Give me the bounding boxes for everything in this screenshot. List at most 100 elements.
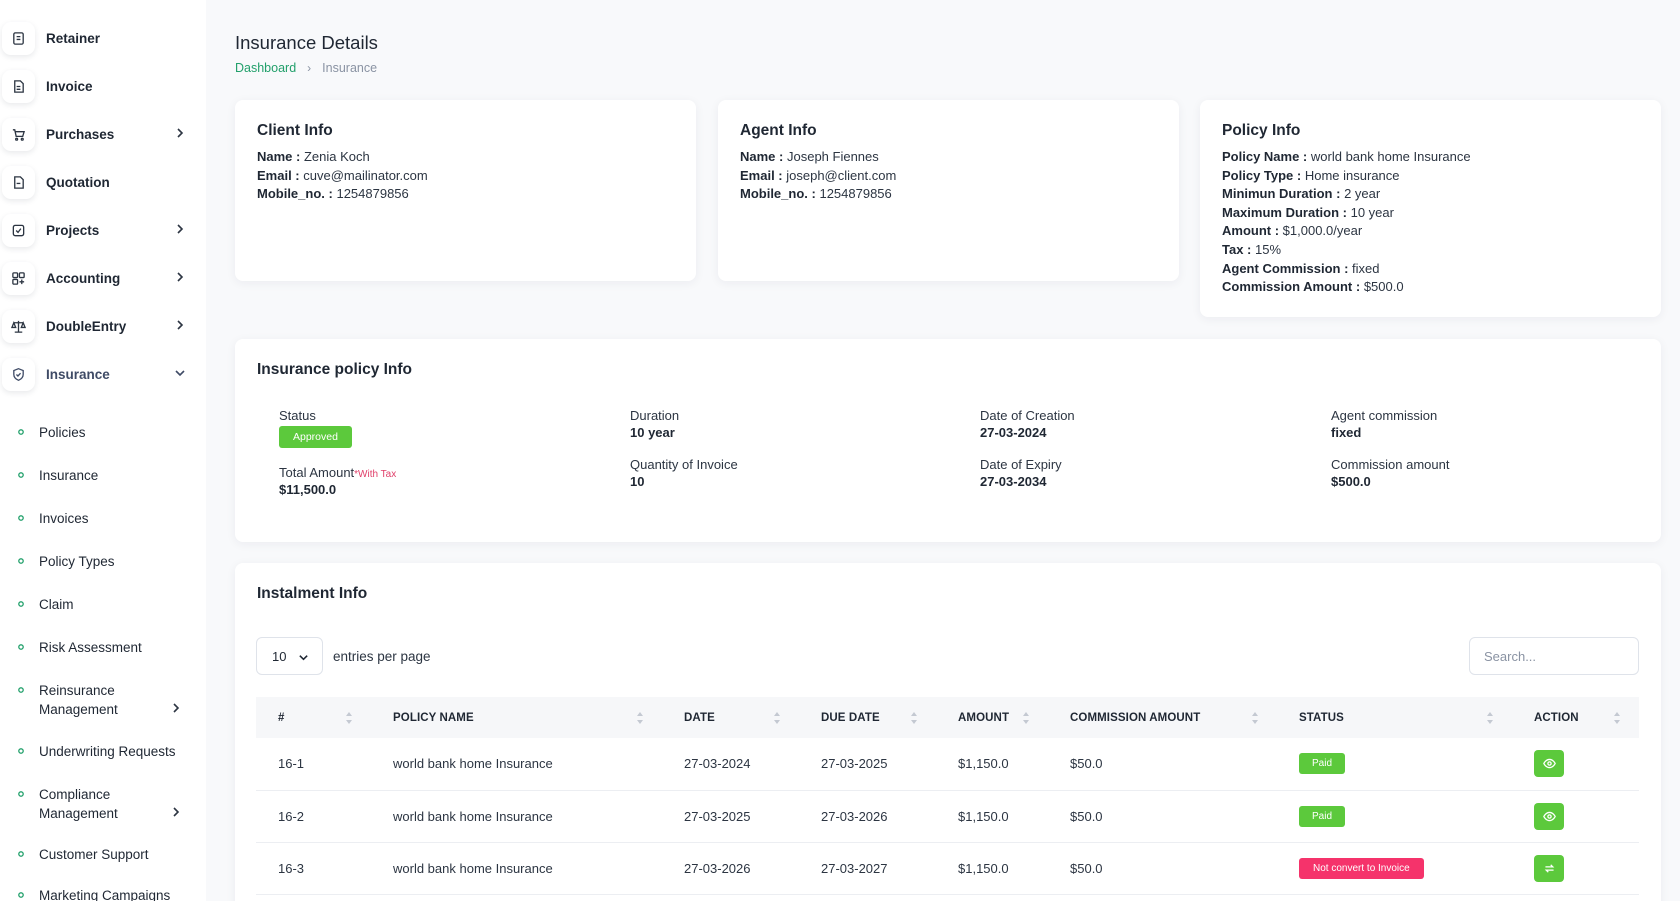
instalment-info-card: Instalment Info 10 entries per page # PO… bbox=[235, 563, 1661, 901]
column-header-date[interactable]: DATE bbox=[662, 697, 799, 738]
sidebar-item-doubleentry[interactable]: DoubleEntry bbox=[0, 306, 206, 346]
bullet-icon bbox=[16, 746, 26, 756]
status-badge: Not convert to Invoice bbox=[1299, 857, 1424, 879]
entries-per-page-select[interactable]: 10 bbox=[256, 637, 323, 675]
sidebar-subitem-underwriting-requests[interactable]: Underwriting Requests bbox=[0, 742, 206, 761]
policy-info-row: Policy Type : Home insurance bbox=[1222, 167, 1471, 186]
sidebar-item-quotation[interactable]: Quotation bbox=[0, 162, 206, 202]
sidebar-subitem-label: Customer Support bbox=[39, 847, 149, 862]
entries-per-page-label: entries per page bbox=[333, 649, 431, 664]
client-mobile-value: 1254879856 bbox=[336, 186, 409, 202]
sidebar-item-projects[interactable]: Projects bbox=[0, 210, 206, 250]
cell-date: 27-03-2025 bbox=[662, 790, 799, 843]
creation-date-label: Date of Creation bbox=[980, 408, 1075, 423]
sidebar-subitem-label: Compliance Management bbox=[39, 787, 118, 821]
cell-date: 27-03-2024 bbox=[662, 738, 799, 791]
table-row: 16-3 world bank home Insurance 27-03-202… bbox=[256, 842, 1639, 895]
column-header-id[interactable]: # bbox=[256, 697, 371, 738]
sidebar-subitem-policy-types[interactable]: Policy Types bbox=[0, 552, 206, 571]
sidebar-item-label: Quotation bbox=[46, 174, 110, 190]
cell-due-date: 27-03-2026 bbox=[799, 790, 936, 843]
bullet-icon bbox=[16, 642, 26, 652]
cell-commission: $50.0 bbox=[1048, 738, 1277, 791]
commission-amount-field: Commission amount $500.0 bbox=[1331, 457, 1450, 489]
cell-due-date: 27-03-2025 bbox=[799, 738, 936, 791]
policy-info-label: Policy Name : bbox=[1222, 149, 1308, 164]
with-tax-note: *With Tax bbox=[354, 469, 397, 480]
sidebar-subitem-claim[interactable]: Claim bbox=[0, 595, 206, 614]
cell-commission: $50.0 bbox=[1048, 790, 1277, 843]
quotation-icon bbox=[2, 165, 35, 199]
sidebar-subitem-reinsurance-management[interactable]: Reinsurance Management bbox=[0, 681, 206, 719]
column-header-action[interactable]: ACTION bbox=[1512, 697, 1639, 738]
sidebar-item-purchases[interactable]: Purchases bbox=[0, 114, 206, 154]
agent-name-label: Name : bbox=[740, 149, 784, 164]
status-badge: Paid bbox=[1299, 805, 1346, 827]
policy-info-value: $1,000.0/year bbox=[1282, 223, 1363, 239]
breadcrumb-dashboard-link[interactable]: Dashboard bbox=[235, 61, 296, 75]
sidebar-subitem-risk-assessment[interactable]: Risk Assessment bbox=[0, 638, 206, 657]
chevron-right-icon bbox=[177, 128, 184, 138]
sidebar-item-label: Invoice bbox=[46, 78, 93, 94]
invoice-icon bbox=[2, 69, 35, 103]
convert-icon bbox=[1544, 863, 1554, 873]
column-header-status[interactable]: STATUS bbox=[1277, 697, 1512, 738]
column-header-label: AMOUNT bbox=[958, 711, 1010, 724]
column-header-commission-amount[interactable]: COMMISSION AMOUNT bbox=[1048, 697, 1277, 738]
sidebar-subitem-marketing-campaigns[interactable]: Marketing Campaigns bbox=[0, 886, 206, 901]
view-button[interactable] bbox=[1534, 750, 1564, 778]
cell-action bbox=[1512, 790, 1639, 843]
sidebar-item-accounting[interactable]: Accounting bbox=[0, 258, 206, 298]
chevron-right-icon bbox=[177, 272, 184, 282]
column-header-due-date[interactable]: DUE DATE bbox=[799, 697, 936, 738]
client-name-value: Zenia Koch bbox=[303, 149, 370, 164]
sort-icon bbox=[1252, 712, 1258, 724]
agent-email-label: Email : bbox=[740, 167, 783, 183]
search-input[interactable] bbox=[1469, 637, 1639, 675]
column-header-label: STATUS bbox=[1299, 711, 1344, 724]
table-row: 16-2 world bank home Insurance 27-03-202… bbox=[256, 790, 1639, 843]
sidebar-item-invoice[interactable]: Invoice bbox=[0, 66, 206, 106]
sidebar-item-retainer[interactable]: Retainer bbox=[0, 18, 206, 58]
sidebar-subitem-compliance-management[interactable]: Compliance Management bbox=[0, 785, 206, 823]
cell-action bbox=[1512, 842, 1639, 895]
cell-action bbox=[1512, 738, 1639, 791]
bullet-icon bbox=[16, 890, 26, 900]
policy-info-value: world bank home Insurance bbox=[1310, 149, 1471, 164]
column-header-policy-name[interactable]: POLICY NAME bbox=[371, 697, 662, 738]
cell-commission: $50.0 bbox=[1048, 842, 1277, 895]
cell-id: 16-2 bbox=[256, 790, 371, 843]
bullet-icon bbox=[16, 427, 26, 437]
sidebar-subitem-insurance[interactable]: Insurance bbox=[0, 466, 206, 485]
agent-commission-value: fixed bbox=[1331, 425, 1362, 440]
sort-icon bbox=[346, 712, 352, 724]
view-button[interactable] bbox=[1534, 802, 1564, 830]
bullet-icon bbox=[16, 599, 26, 609]
total-amount-value: $11,500.0 bbox=[279, 482, 337, 497]
cell-policy-name: world bank home Insurance bbox=[371, 738, 662, 791]
policy-info-label: Tax : bbox=[1222, 241, 1252, 257]
sidebar-subitem-invoices[interactable]: Invoices bbox=[0, 509, 206, 528]
sidebar-subitem-customer-support[interactable]: Customer Support bbox=[0, 845, 206, 864]
sidebar-subitem-policies[interactable]: Policies bbox=[0, 423, 206, 442]
breadcrumb: Dashboard › Insurance bbox=[235, 61, 377, 75]
status-badge: Approved bbox=[279, 426, 352, 448]
agent-info-card: Agent Info Name : Joseph Fiennes Email :… bbox=[718, 100, 1179, 281]
sidebar-subitem-label: Policy Types bbox=[39, 554, 115, 569]
total-amount-field: Total Amount*With Tax $11,500.0 bbox=[279, 465, 396, 497]
accounting-icon bbox=[2, 261, 35, 295]
policy-info-card: Policy Info Policy Name : world bank hom… bbox=[1200, 100, 1661, 317]
column-header-amount[interactable]: AMOUNT bbox=[936, 697, 1048, 738]
convert-button[interactable] bbox=[1534, 854, 1564, 882]
cell-amount: $1,150.0 bbox=[936, 790, 1048, 843]
cell-id: 16-1 bbox=[256, 738, 371, 791]
sidebar-subitem-label: Claim bbox=[39, 597, 74, 612]
agent-mobile-value: 1254879856 bbox=[819, 186, 892, 202]
commission-amount-value: $500.0 bbox=[1331, 474, 1371, 489]
sidebar-item-insurance[interactable]: Insurance bbox=[0, 354, 206, 394]
client-email-value: cuve@mailinator.com bbox=[303, 167, 428, 183]
insurance-policy-info-title: Insurance policy Info bbox=[257, 361, 413, 378]
cell-status: Paid bbox=[1277, 738, 1512, 791]
bullet-icon bbox=[16, 556, 26, 566]
cell-policy-name: world bank home Insurance bbox=[371, 790, 662, 843]
